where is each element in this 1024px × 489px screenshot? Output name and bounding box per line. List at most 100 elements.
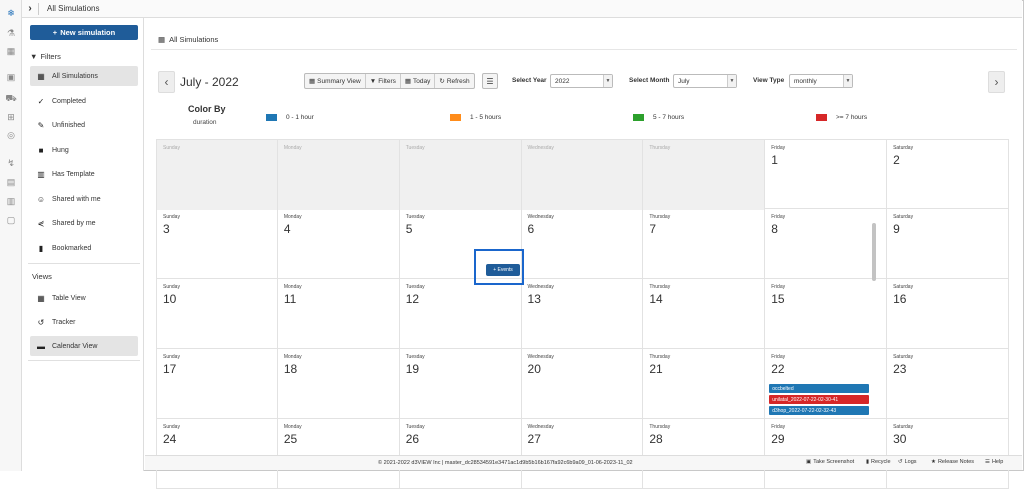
grid-icon[interactable]: ▦ xyxy=(5,46,17,56)
filter-has-template[interactable]: ▥ Has Template xyxy=(30,164,138,184)
bus-icon[interactable]: ⊞ xyxy=(5,112,17,122)
day-number: 20 xyxy=(527,362,541,376)
recycle-button[interactable]: ▮ Recycle xyxy=(866,459,891,465)
star-icon: ★ xyxy=(931,459,936,465)
footer-action-label: Take Screenshot xyxy=(813,459,855,465)
today-button[interactable]: ▦ Today xyxy=(401,74,436,88)
calendar-day-cell[interactable]: Thursday 7 xyxy=(643,209,766,279)
footer: © 2021-2022 d3VIEW Inc | master_dc285345… xyxy=(145,455,1022,470)
calendar-day-cell[interactable]: Sunday 24 xyxy=(156,419,278,489)
day-of-week-label: Wednesday xyxy=(527,214,554,220)
database-icon[interactable]: ◎ xyxy=(5,130,17,140)
document-icon[interactable]: ▢ xyxy=(5,215,17,225)
take-screenshot-button[interactable]: ▣ Take Screenshot xyxy=(806,459,854,465)
calendar-day-cell[interactable]: Saturday 16 xyxy=(887,279,1009,349)
car-icon[interactable]: ⛟ xyxy=(5,93,17,104)
calendar-day-cell[interactable]: Friday 22 occbelted unilatal_2022-07-22-02-… xyxy=(765,349,888,419)
calendar-day-cell[interactable]: Saturday 30 xyxy=(887,419,1009,489)
day-number: 29 xyxy=(771,432,785,446)
calendar-day-cell[interactable]: Tuesday 12 xyxy=(400,279,522,349)
filter-shared-by-me[interactable]: ⋞ Shared by me xyxy=(30,213,138,233)
legend-swatch xyxy=(266,114,277,121)
icon-rail: ❄ ⚗ ▦ ▣ ⛟ ⊞ ◎ ↯ ▤ ▥ ▢ xyxy=(0,0,22,471)
select-year-dropdown[interactable]: 2022 ▼ xyxy=(550,74,613,88)
calendar-day-cell[interactable]: Saturday 9 xyxy=(887,209,1009,279)
breadcrumb-label[interactable]: All Simulations xyxy=(169,35,218,44)
next-month-button[interactable]: › xyxy=(988,71,1005,93)
view-table[interactable]: ▦ Table View xyxy=(30,288,138,308)
chevron-right-icon[interactable]: › xyxy=(22,3,38,14)
calendar-day-cell[interactable]: Wednesday 6 xyxy=(522,209,644,279)
refresh-button[interactable]: ↻ Refresh xyxy=(435,74,473,88)
view-tracker[interactable]: ↺ Tracker xyxy=(30,312,138,332)
calendar-day-cell[interactable]: Sunday 17 xyxy=(156,349,278,419)
clipboard-icon[interactable]: ▤ xyxy=(5,177,17,187)
calendar-day-cell[interactable]: Friday 15 xyxy=(765,279,888,349)
calendar-day-cell[interactable]: Friday 29 xyxy=(765,419,888,489)
calendar-day-cell[interactable]: Sunday 3 xyxy=(156,209,278,279)
day-of-week-label: Wednesday xyxy=(527,424,554,430)
view-calendar[interactable]: ▬ Calendar View xyxy=(30,336,138,356)
divider xyxy=(28,360,140,361)
calendar-day-cell[interactable]: Sunday 10 xyxy=(156,279,278,349)
chart-icon[interactable]: ↯ xyxy=(5,158,17,168)
filter-hung[interactable]: ■ Hung xyxy=(30,140,138,160)
calendar-empty-cell: Tuesday xyxy=(399,140,522,210)
select-month-dropdown[interactable]: July ▼ xyxy=(673,74,737,88)
calendar-day-cell[interactable]: Thursday 21 xyxy=(643,349,766,419)
day-of-week-label: Saturday xyxy=(893,145,914,151)
summary-view-button[interactable]: ▦ Summary View xyxy=(305,74,366,88)
calendar-day-cell[interactable]: Wednesday 27 xyxy=(522,419,644,489)
filter-unfinished[interactable]: ✎ Unfinished xyxy=(30,115,138,135)
calendar-day-cell[interactable]: Thursday 28 xyxy=(643,419,766,489)
filter-all-simulations[interactable]: ▦ All Simulations xyxy=(30,66,138,86)
view-type-dropdown[interactable]: monthly ▼ xyxy=(789,74,853,88)
columns-icon[interactable]: ▥ xyxy=(5,196,17,206)
calendar-day-cell[interactable]: Saturday 23 xyxy=(887,349,1009,419)
day-of-week-label: Thursday xyxy=(649,145,671,151)
calendar-day-cell[interactable]: Wednesday 20 xyxy=(522,349,644,419)
monitor-icon[interactable]: ▣ xyxy=(5,72,17,82)
calendar-day-cell[interactable]: Monday 18 xyxy=(278,349,400,419)
filter-shared-with-me[interactable]: ☺ Shared with me xyxy=(30,189,138,209)
day-of-week-label: Saturday xyxy=(893,424,914,430)
calendar-day-cell[interactable]: Wednesday 13 xyxy=(522,279,644,349)
add-events-button[interactable]: + Events xyxy=(486,264,520,276)
calendar-event[interactable]: unilatal_2022-07-22-02-30-41 xyxy=(769,395,870,404)
legend-label: 1 - 5 hours xyxy=(470,114,502,121)
color-by-title: Color By xyxy=(188,104,226,114)
calendar-week-row: Sunday 3 Monday 4 Tuesday 5 Wednesday 6 Thursday… xyxy=(156,209,1009,279)
calendar-day-cell[interactable]: Friday 1 xyxy=(765,140,888,210)
new-simulation-button[interactable]: + New simulation xyxy=(30,25,138,40)
help-button[interactable]: ☰ Help xyxy=(985,459,1003,465)
caret-down-icon: ▼ xyxy=(843,75,852,87)
release-notes-button[interactable]: ★ Release Notes xyxy=(931,459,974,465)
day-of-week-label: Monday xyxy=(283,424,302,430)
day-number: 21 xyxy=(649,362,663,376)
calendar-day-cell[interactable]: Tuesday 26 xyxy=(400,419,522,489)
calendar-day-cell[interactable]: Tuesday 19 xyxy=(400,349,522,419)
calendar-day-cell[interactable]: Saturday 2 xyxy=(887,140,1009,210)
events-scrollbar[interactable] xyxy=(872,223,876,281)
footer-action-label: Help xyxy=(991,459,1004,465)
calendar-day-cell[interactable]: Monday 25 xyxy=(278,419,400,489)
calendar-event[interactable]: d3hop_2022-07-22-02-32-43 xyxy=(769,406,870,415)
calendar-day-cell[interactable]: Friday 8 xyxy=(765,209,888,279)
logs-button[interactable]: ↺ Logs xyxy=(898,459,917,465)
filters-button[interactable]: ▼ Filters xyxy=(366,74,401,88)
filter-completed[interactable]: ✓ Completed xyxy=(30,91,138,111)
snowflake-icon[interactable]: ❄ xyxy=(5,8,17,18)
list-menu-button[interactable]: ☰ xyxy=(482,73,498,89)
legend-item: 0 - 1 hour xyxy=(266,114,314,121)
flask-icon[interactable]: ⚗ xyxy=(5,28,17,38)
calendar-day-cell[interactable]: Thursday 14 xyxy=(643,279,766,349)
footer-action-label: Release Notes xyxy=(937,459,975,465)
prev-month-button[interactable]: ‹ xyxy=(158,71,175,93)
calendar-day-cell[interactable]: Monday 11 xyxy=(278,279,400,349)
main-panel: ▦ All Simulations ‹ July - 2022 ▦ Summary… xyxy=(145,18,1022,489)
filter-bookmarked[interactable]: ▮ Bookmarked xyxy=(30,238,138,258)
calendar-event[interactable]: occbelted xyxy=(769,384,870,393)
day-of-week-label: Friday xyxy=(771,145,786,151)
calendar-day-cell[interactable]: Monday 4 xyxy=(278,209,400,279)
day-of-week-label: Friday xyxy=(771,424,786,430)
